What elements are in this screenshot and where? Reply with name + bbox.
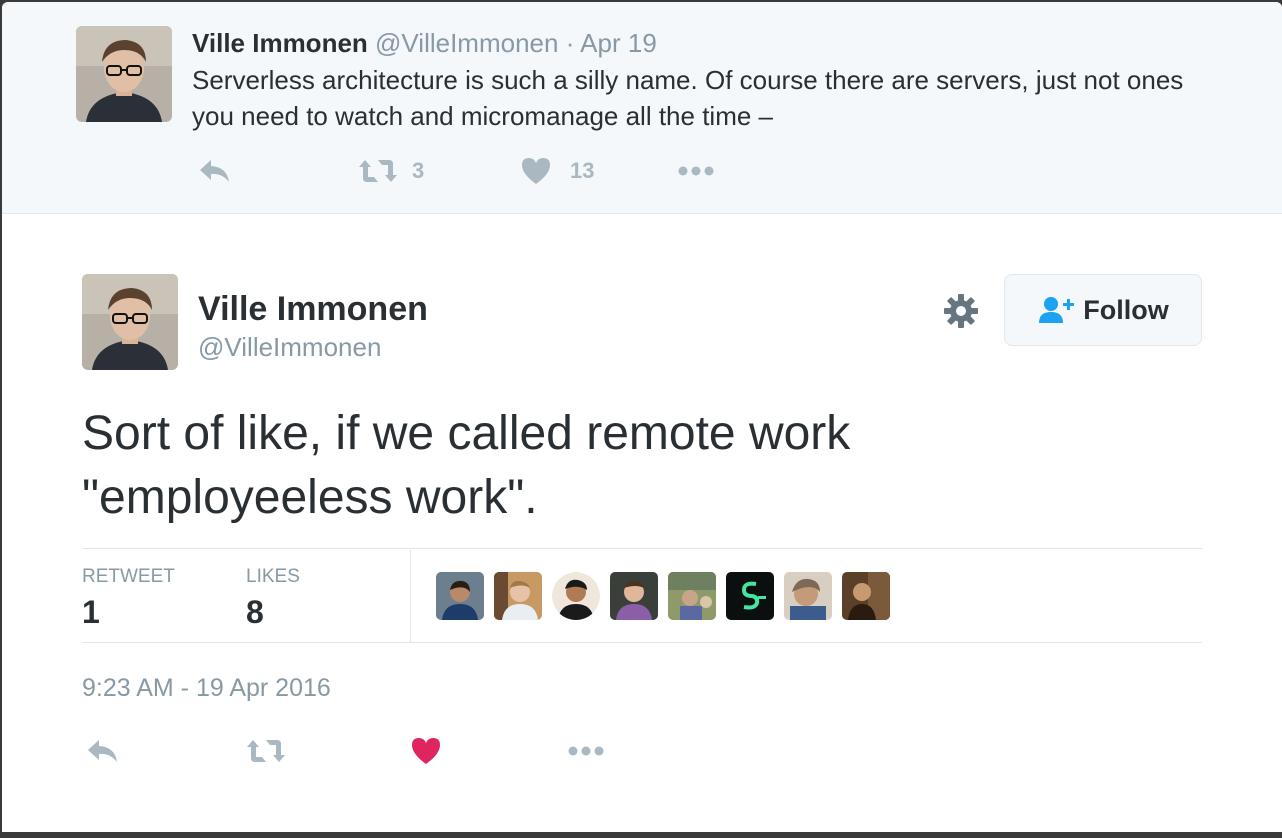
settings-button[interactable] <box>942 292 980 330</box>
reply-button[interactable] <box>198 156 232 186</box>
tweet-window: Ville Immonen @VilleImmonen · Apr 19 Ser… <box>2 2 1282 832</box>
separator: · <box>565 28 575 58</box>
reply-button[interactable] <box>86 736 120 766</box>
user-name[interactable]: Ville Immonen <box>192 28 368 58</box>
avatar[interactable] <box>82 274 178 370</box>
divider <box>82 642 1202 643</box>
tweet-date[interactable]: Apr 19 <box>580 28 657 58</box>
tweet-timestamp[interactable]: 9:23 AM - 19 Apr 2016 <box>82 674 331 703</box>
retweet-count: 3 <box>412 158 425 183</box>
retweet-button[interactable] <box>246 736 286 766</box>
divider <box>82 548 1202 549</box>
parent-tweet-text: Serverless architecture is such a silly … <box>192 65 1184 131</box>
heart-icon <box>412 738 440 764</box>
tweet-text: Sort of like, if we called remote work "… <box>82 402 1202 530</box>
more-icon <box>678 166 714 176</box>
more-button[interactable] <box>566 736 606 766</box>
follow-label: Follow <box>1083 294 1169 325</box>
tweet-text-line: Sort of like, if we called remote work <box>82 407 851 460</box>
user-handle[interactable]: @VilleImmonen <box>375 28 558 58</box>
reply-icon <box>200 160 229 182</box>
liker-avatar[interactable] <box>726 572 774 620</box>
like-count: 13 <box>570 158 595 183</box>
heart-icon <box>522 158 550 184</box>
more-button[interactable] <box>676 156 716 186</box>
liker-avatar[interactable] <box>842 572 890 620</box>
liker-avatar[interactable] <box>494 572 542 620</box>
follow-button[interactable]: Follow <box>1004 274 1202 346</box>
avatar[interactable] <box>76 26 172 122</box>
user-name[interactable]: Ville Immonen <box>198 290 428 329</box>
likes-stat-label[interactable]: LIKES <box>246 566 300 588</box>
retweet-button[interactable]: 3 <box>358 156 424 186</box>
gear-icon <box>944 294 978 328</box>
more-icon <box>568 746 604 756</box>
liker-avatars <box>436 572 890 620</box>
liker-avatar[interactable] <box>784 572 832 620</box>
like-button[interactable]: 13 <box>520 156 594 186</box>
retweet-icon <box>247 740 285 762</box>
liker-avatar[interactable] <box>436 572 484 620</box>
stats-divider <box>410 550 411 642</box>
liker-avatar[interactable] <box>552 572 600 620</box>
liker-avatar[interactable] <box>610 572 658 620</box>
reply-icon <box>88 740 117 762</box>
follow-person-icon <box>1039 297 1075 323</box>
user-handle[interactable]: @VilleImmonen <box>198 332 381 363</box>
liker-avatar[interactable] <box>668 572 716 620</box>
parent-tweet[interactable]: Ville Immonen @VilleImmonen · Apr 19 Ser… <box>2 2 1282 214</box>
retweet-stat-value[interactable]: 1 <box>82 594 100 631</box>
parent-tweet-header: Ville Immonen @VilleImmonen · Apr 19 <box>192 28 657 59</box>
likes-stat-value[interactable]: 8 <box>246 594 264 631</box>
tweet-text-line: "employeeless work". <box>82 471 538 524</box>
retweet-stat-label[interactable]: RETWEET <box>82 566 175 588</box>
like-button[interactable] <box>410 736 442 766</box>
retweet-icon <box>359 160 397 182</box>
